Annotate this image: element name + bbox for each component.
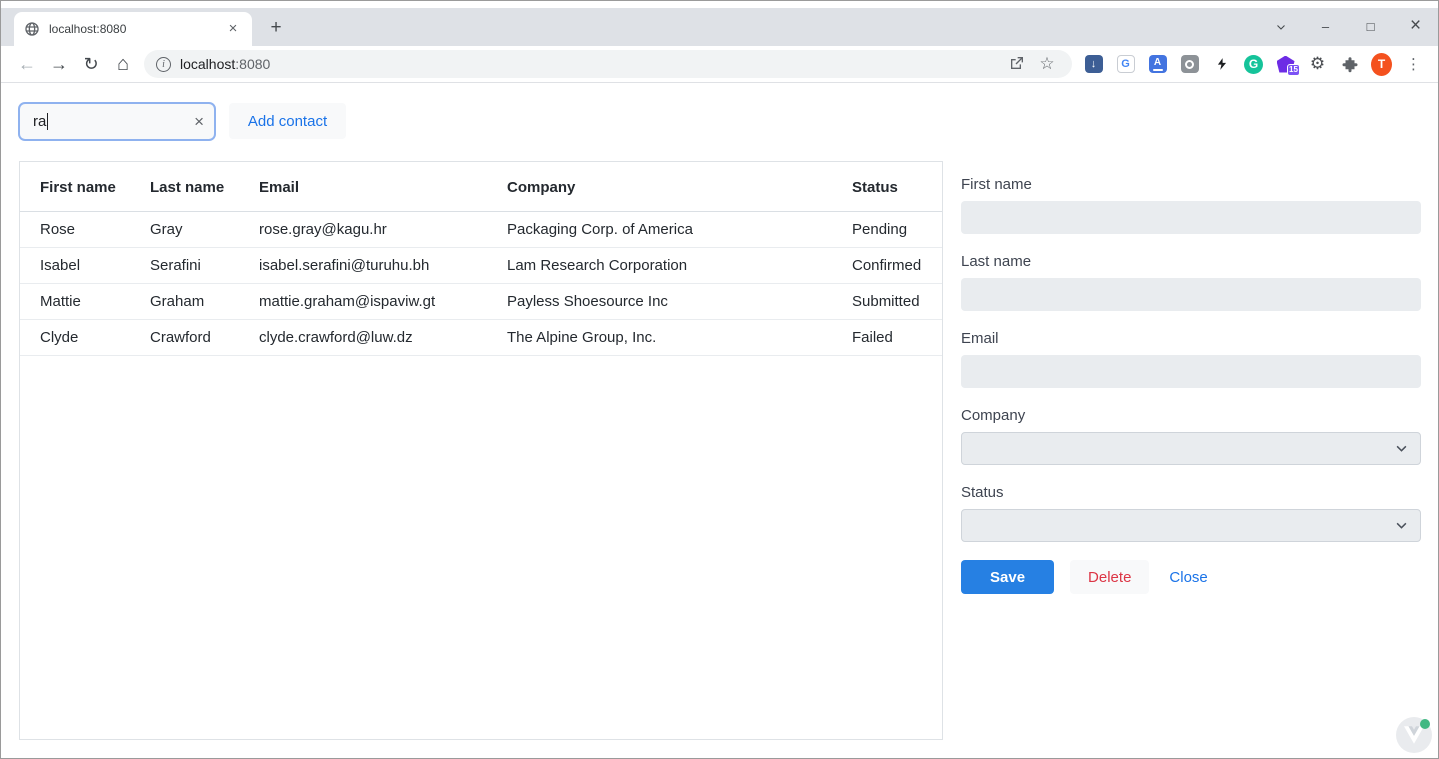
table-header-row: First name Last name Email Company Statu… <box>20 162 942 212</box>
table-row[interactable]: MattieGrahammattie.graham@ispaviw.gtPayl… <box>20 284 942 320</box>
minimize-button[interactable]: – <box>1303 19 1348 34</box>
home-icon[interactable]: ⌂ <box>107 53 139 76</box>
text-caret <box>47 113 48 130</box>
new-tab-button[interactable]: + <box>264 16 288 40</box>
cell-status: Pending <box>832 212 942 248</box>
browser-menu-icon[interactable]: ⋮ <box>1403 55 1424 73</box>
maximize-button[interactable]: □ <box>1348 19 1393 34</box>
camera-extension-icon[interactable] <box>1179 55 1200 73</box>
browser-window: localhost:8080 × + – □ × ← → ↻ ⌂ i local… <box>0 0 1439 759</box>
contacts-table: First name Last name Email Company Statu… <box>20 162 942 356</box>
company-label: Company <box>961 406 1421 426</box>
browser-tab[interactable]: localhost:8080 × <box>14 12 252 46</box>
first-name-field[interactable] <box>961 201 1421 234</box>
status-select[interactable] <box>961 509 1421 542</box>
page-content: ra × Add contact First name Last name Em… <box>1 83 1438 758</box>
first-name-label: First name <box>961 175 1421 195</box>
url-text: localhost:8080 <box>180 56 270 72</box>
honey-badge: 15 <box>1287 64 1300 76</box>
cell-email: isabel.serafini@turuhu.bh <box>239 248 487 284</box>
last-name-label: Last name <box>961 252 1421 272</box>
puzzle-extensions-icon[interactable] <box>1339 55 1360 73</box>
header-status[interactable]: Status <box>832 162 942 212</box>
share-icon[interactable] <box>1002 55 1032 74</box>
translate-extension-icon[interactable]: G <box>1115 55 1136 73</box>
vue-devtools-badge[interactable] <box>1396 717 1432 753</box>
window-close-button[interactable]: × <box>1393 15 1438 37</box>
cell-status: Failed <box>832 320 942 356</box>
delete-button[interactable]: Delete <box>1070 560 1149 594</box>
search-value: ra <box>33 113 46 130</box>
tab-title: localhost:8080 <box>49 22 224 36</box>
grammarly-extension-icon[interactable]: G <box>1243 55 1264 74</box>
save-button[interactable]: Save <box>961 560 1054 594</box>
table-row[interactable]: ClydeCrawfordclyde.crawford@luw.dzThe Al… <box>20 320 942 356</box>
globe-icon <box>24 21 40 37</box>
contact-form-panel: First name Last name Email Company <box>961 175 1421 594</box>
cell-email: rose.gray@kagu.hr <box>239 212 487 248</box>
cell-company: Packaging Corp. of America <box>487 212 832 248</box>
last-name-field[interactable] <box>961 278 1421 311</box>
keyboard-extension-icon[interactable]: A <box>1147 55 1168 73</box>
cell-first: Clyde <box>20 320 130 356</box>
status-label: Status <box>961 483 1421 503</box>
search-clear-icon[interactable]: × <box>194 113 204 130</box>
header-first-name[interactable]: First name <box>20 162 130 212</box>
tab-close-icon[interactable]: × <box>224 20 242 38</box>
extensions-row: ↓ G A G 15 ⚙ T ⋮ <box>1083 46 1424 82</box>
header-email[interactable]: Email <box>239 162 487 212</box>
cell-email: mattie.graham@ispaviw.gt <box>239 284 487 320</box>
download-extension-icon[interactable]: ↓ <box>1083 55 1104 73</box>
gear-extension-icon[interactable]: ⚙ <box>1307 55 1328 73</box>
cell-status: Confirmed <box>832 248 942 284</box>
company-select[interactable] <box>961 432 1421 465</box>
honey-extension-icon[interactable]: 15 <box>1275 56 1296 73</box>
cell-company: Payless Shoesource Inc <box>487 284 832 320</box>
profile-avatar[interactable]: T <box>1371 53 1392 76</box>
cell-last: Serafini <box>130 248 239 284</box>
window-controls: – □ × <box>1258 11 1438 41</box>
email-label: Email <box>961 329 1421 349</box>
cell-status: Submitted <box>832 284 942 320</box>
vue-logo-icon <box>1404 726 1424 744</box>
cell-last: Graham <box>130 284 239 320</box>
tab-strip: localhost:8080 × + – □ × <box>1 1 1438 46</box>
cell-first: Mattie <box>20 284 130 320</box>
close-button[interactable]: Close <box>1165 561 1211 594</box>
bookmark-star-icon[interactable]: ☆ <box>1032 54 1062 74</box>
tab-search-icon[interactable] <box>1258 19 1303 34</box>
address-bar[interactable]: i localhost:8080 ☆ <box>144 50 1072 78</box>
contacts-tbody: RoseGrayrose.gray@kagu.hrPackaging Corp.… <box>20 212 942 356</box>
table-row[interactable]: RoseGrayrose.gray@kagu.hrPackaging Corp.… <box>20 212 942 248</box>
forward-icon[interactable]: → <box>43 54 75 75</box>
header-company[interactable]: Company <box>487 162 832 212</box>
reload-icon[interactable]: ↻ <box>75 54 107 75</box>
status-dot <box>1420 719 1430 729</box>
contacts-table-card: First name Last name Email Company Statu… <box>19 161 943 740</box>
lightning-extension-icon[interactable] <box>1211 55 1232 73</box>
site-info-icon[interactable]: i <box>156 57 171 72</box>
cell-company: The Alpine Group, Inc. <box>487 320 832 356</box>
contact-search-input[interactable]: ra × <box>18 102 216 141</box>
add-contact-button[interactable]: Add contact <box>229 103 346 139</box>
cell-last: Crawford <box>130 320 239 356</box>
email-field[interactable] <box>961 355 1421 388</box>
cell-last: Gray <box>130 212 239 248</box>
table-row[interactable]: IsabelSerafiniisabel.serafini@turuhu.bhL… <box>20 248 942 284</box>
cell-first: Isabel <box>20 248 130 284</box>
cell-company: Lam Research Corporation <box>487 248 832 284</box>
header-last-name[interactable]: Last name <box>130 162 239 212</box>
back-icon[interactable]: ← <box>11 54 43 75</box>
cell-first: Rose <box>20 212 130 248</box>
cell-email: clyde.crawford@luw.dz <box>239 320 487 356</box>
